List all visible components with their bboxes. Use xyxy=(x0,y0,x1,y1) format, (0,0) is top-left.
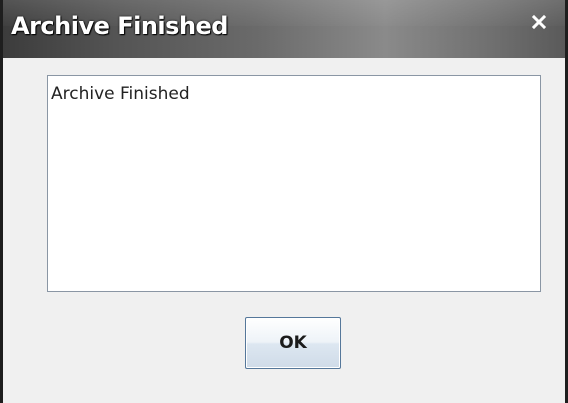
message-text: Archive Finished xyxy=(51,84,190,104)
window-title: Archive Finished xyxy=(11,12,229,40)
ok-button[interactable]: OK xyxy=(245,317,341,369)
close-icon xyxy=(531,14,547,30)
title-bar[interactable]: Archive Finished xyxy=(3,0,565,58)
archive-finished-dialog: Archive Finished Archive Finished OK xyxy=(0,0,568,403)
message-text-area[interactable]: Archive Finished xyxy=(47,75,541,292)
close-button[interactable] xyxy=(527,10,551,34)
